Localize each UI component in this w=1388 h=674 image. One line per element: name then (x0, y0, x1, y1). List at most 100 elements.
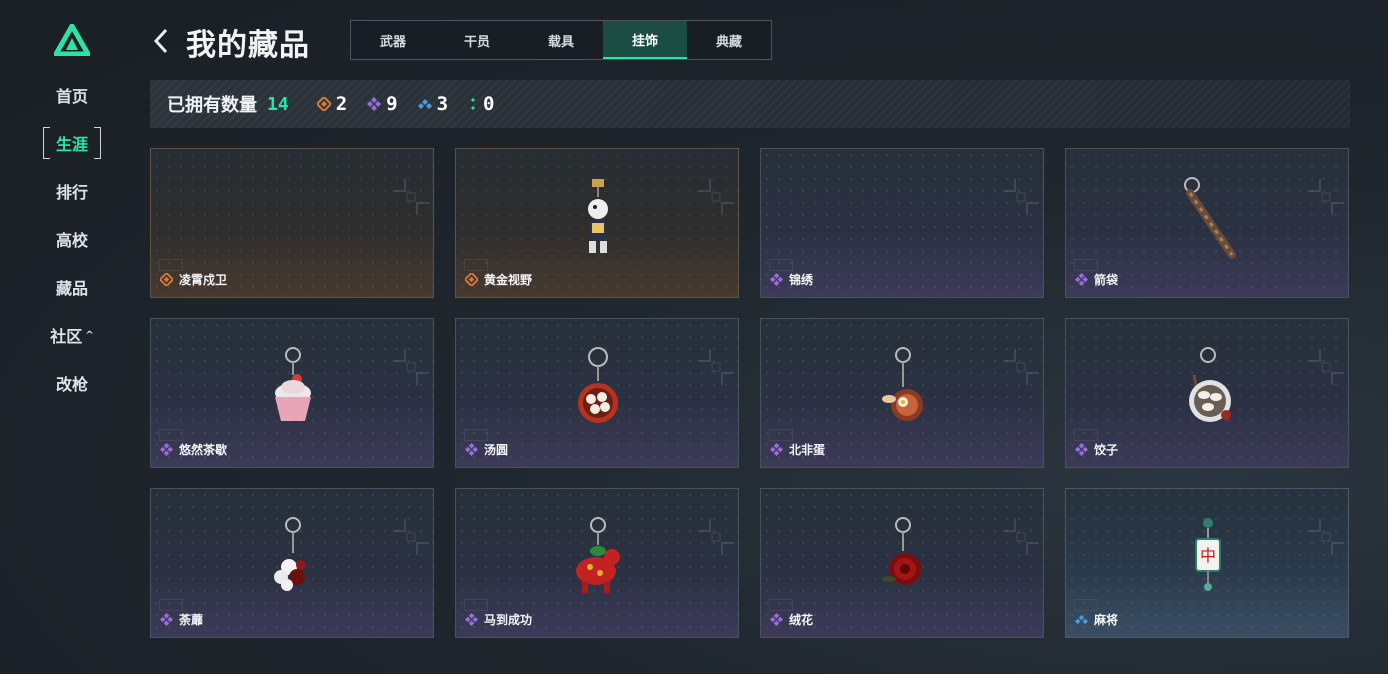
card-decoration (159, 259, 183, 271)
sidebar-item-label: 首页 (55, 87, 88, 106)
card-decoration (464, 429, 488, 441)
card-decoration-icon (1308, 349, 1344, 385)
charm-name: 绒花 (789, 613, 814, 627)
card-decoration-icon (393, 179, 429, 215)
card-decoration (769, 259, 793, 271)
charm-name-row: 饺子 (1075, 441, 1118, 458)
charm-name-row: 箭袋 (1075, 271, 1118, 288)
purple-rarity-icon (465, 613, 478, 626)
tab-operators[interactable]: 干员 (435, 21, 519, 59)
purple-rarity-icon (465, 443, 478, 456)
charm-name-row: 北非蛋 (770, 441, 825, 458)
charm-name-row: 荼蘼 (160, 611, 203, 628)
charm-name: 箭袋 (1094, 273, 1119, 287)
charm-card[interactable]: 北非蛋 (760, 318, 1044, 468)
mahjong-charm-icon: 中 (1195, 518, 1221, 591)
charm-name: 荼蘼 (179, 613, 204, 627)
shakshuka-charm-icon (882, 347, 923, 421)
sidebar-item-community[interactable]: 社区 ^ (40, 319, 104, 351)
card-decoration-icon (698, 349, 734, 385)
blue-rarity-icon (1075, 614, 1088, 625)
card-decoration (1074, 429, 1098, 441)
card-decoration (1074, 259, 1098, 271)
charm-card[interactable]: 绒花 (760, 488, 1044, 638)
tab-charms[interactable]: 挂饰 (603, 21, 687, 59)
purple-rarity-icon (770, 273, 783, 286)
sidebar-item-collection[interactable]: 藏品 (40, 271, 104, 303)
sidebar-item-label: 生涯 (55, 135, 88, 154)
charm-name-row: 绒花 (770, 611, 813, 628)
chevron-up-icon: ^ (85, 329, 94, 341)
charm-name-row: 悠然茶歇 (160, 441, 227, 458)
charm-name: 悠然茶歇 (179, 443, 228, 457)
sidebar-item-college[interactable]: 高校 (40, 223, 104, 255)
card-decoration-icon (698, 519, 734, 555)
charm-card[interactable]: 凌霄戍卫 (150, 148, 434, 298)
charm-name-row: 凌霄戍卫 (160, 271, 227, 288)
card-decoration-icon (698, 179, 734, 215)
tab-classics[interactable]: 典藏 (687, 21, 771, 59)
rarity-count-value: 3 (436, 93, 449, 115)
charm-name-row: 汤圆 (465, 441, 508, 458)
card-decoration-icon (393, 349, 429, 385)
gold-rarity-icon (160, 273, 173, 286)
flower-white-charm-icon (274, 517, 306, 591)
charm-card[interactable]: 悠然茶歇 (150, 318, 434, 468)
charm-card[interactable]: 中 麻将 (1065, 488, 1349, 638)
charm-name-row: 锦绣 (770, 271, 813, 288)
page-title: 我的藏品 (186, 28, 310, 63)
charm-card[interactable]: 锦绣 (760, 148, 1044, 298)
app-logo-icon[interactable] (54, 24, 90, 56)
sidebar-item-ranking[interactable]: 排行 (40, 175, 104, 207)
charm-name: 汤圆 (484, 443, 509, 457)
sidebar-item-career[interactable]: 生涯 (40, 127, 104, 159)
purple-rarity-icon (1075, 273, 1088, 286)
tab-weapons[interactable]: 武器 (351, 21, 435, 59)
charm-name: 饺子 (1094, 443, 1119, 457)
svg-text:中: 中 (1200, 546, 1216, 565)
rarity-count-blue: 3 (417, 93, 449, 115)
horse-charm-icon (576, 517, 620, 593)
card-decoration-icon (1308, 519, 1344, 555)
purple-rarity-icon (160, 613, 173, 626)
purple-rarity-icon (160, 443, 173, 456)
purple-rarity-icon (770, 443, 783, 456)
figure-charm-icon (588, 179, 608, 253)
category-tabs: 武器 干员 载具 挂饰 典藏 (350, 20, 772, 60)
back-arrow-icon[interactable] (150, 26, 172, 56)
dumpling-charm-icon (1189, 347, 1231, 422)
rarity-count-value: 9 (386, 93, 398, 115)
sidebar-item-label: 藏品 (55, 279, 88, 298)
charm-card[interactable]: 箭袋 (1065, 148, 1349, 298)
card-decoration (1074, 599, 1098, 611)
blue-diamond-icon (417, 99, 432, 109)
sidebar: 首页 生涯 排行 高校 藏品 社区 ^ 改枪 (0, 0, 140, 674)
sidebar-item-gunsmith[interactable]: 改枪 (40, 367, 104, 399)
charm-name-row: 麻将 (1075, 611, 1118, 628)
charm-card[interactable]: 黄金视野 (455, 148, 739, 298)
sidebar-item-home[interactable]: 首页 (40, 79, 104, 111)
cupcake-charm-icon (275, 347, 311, 421)
card-decoration-icon (1003, 519, 1039, 555)
charm-name: 凌霄戍卫 (179, 273, 228, 287)
purple-rarity-icon (1075, 443, 1088, 456)
charm-card[interactable]: 荼蘼 (150, 488, 434, 638)
charm-name: 北非蛋 (789, 443, 826, 457)
charm-card[interactable]: 马到成功 (455, 488, 739, 638)
quiver-charm-icon (1184, 177, 1236, 259)
owned-count-bar: 已拥有数量 14 2 9 3 0 (150, 80, 1350, 128)
sidebar-item-label: 高校 (55, 231, 88, 250)
card-decoration-icon (393, 519, 429, 555)
charm-name: 锦绣 (789, 273, 814, 287)
tab-vehicles[interactable]: 载具 (519, 21, 603, 59)
green-dots-icon (471, 98, 476, 110)
charm-card[interactable]: 汤圆 (455, 318, 739, 468)
charm-name-row: 黄金视野 (465, 271, 532, 288)
purple-rarity-icon (770, 613, 783, 626)
rarity-count-purple: 9 (367, 93, 398, 115)
gold-diamond-icon (316, 97, 331, 111)
rose-charm-icon (882, 517, 921, 585)
sidebar-item-label: 排行 (55, 183, 88, 202)
charm-card[interactable]: 饺子 (1065, 318, 1349, 468)
sidebar-item-label: 改枪 (55, 375, 88, 394)
